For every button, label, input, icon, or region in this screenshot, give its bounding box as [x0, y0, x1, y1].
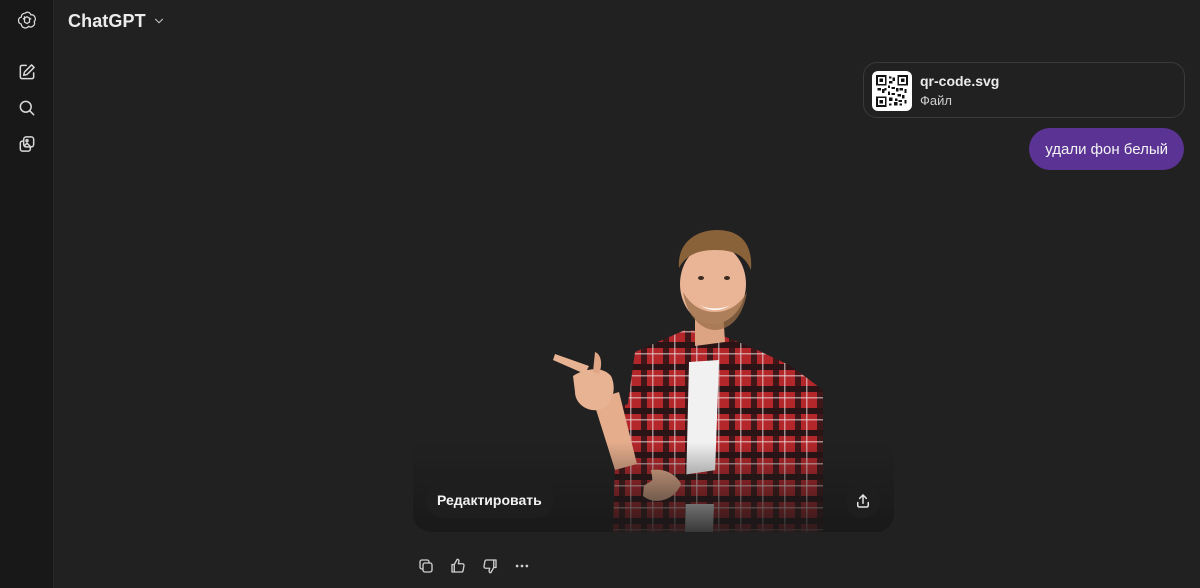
- openai-logo-button[interactable]: [11, 4, 43, 36]
- qr-code-icon: [875, 74, 909, 108]
- search-button[interactable]: [11, 92, 43, 124]
- openai-logo-icon: [17, 11, 36, 29]
- user-message-bubble: удали фон белый: [1029, 128, 1184, 170]
- edit-image-button[interactable]: Редактировать: [425, 482, 554, 518]
- copy-icon: [419, 559, 433, 573]
- new-chat-icon: [19, 64, 35, 80]
- copy-button[interactable]: [410, 552, 442, 580]
- model-switcher[interactable]: ChatGPT: [68, 8, 166, 34]
- left-rail: [0, 0, 54, 588]
- edit-image-label: Редактировать: [437, 492, 542, 508]
- file-name: qr-code.svg: [920, 73, 1000, 89]
- library-icon: [19, 136, 35, 152]
- search-icon: [19, 100, 35, 116]
- thumbs-down-button[interactable]: [474, 552, 506, 580]
- message-actions: [410, 552, 538, 580]
- header: ChatGPT: [54, 0, 1200, 42]
- chevron-down-icon: [154, 18, 163, 24]
- more-options-button[interactable]: [506, 552, 538, 580]
- thumbs-up-icon: [451, 558, 465, 573]
- file-attachment-card[interactable]: qr-code.svg Файл: [863, 62, 1185, 118]
- user-message-text: удали фон белый: [1045, 140, 1168, 158]
- library-button[interactable]: [11, 128, 43, 160]
- share-image-button[interactable]: [846, 484, 880, 518]
- new-chat-button[interactable]: [11, 56, 43, 88]
- file-type: Файл: [920, 93, 952, 108]
- thumbs-up-button[interactable]: [442, 552, 474, 580]
- more-icon: [515, 564, 529, 568]
- file-thumbnail: [872, 71, 912, 111]
- share-icon: [857, 494, 869, 508]
- thumbs-down-icon: [483, 559, 497, 574]
- generated-image-card[interactable]: Редактировать: [413, 180, 894, 532]
- model-name: ChatGPT: [68, 10, 146, 31]
